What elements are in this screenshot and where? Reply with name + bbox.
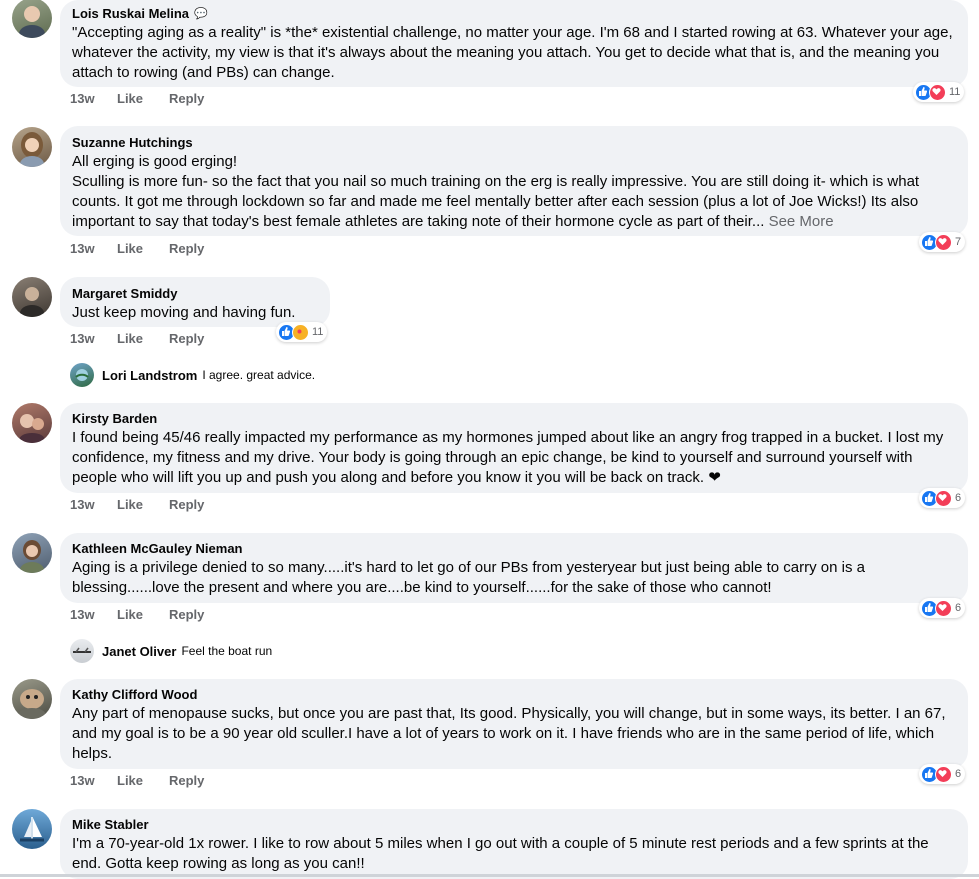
reactions-badge[interactable]: 7 (919, 232, 966, 252)
comment-author[interactable]: Lois Ruskai Melina (72, 6, 189, 22)
comment-bubble: Kirsty Barden I found being 45/46 really… (60, 403, 968, 493)
comment-text: I'm a 70-year-old 1x rower. I like to ro… (72, 835, 929, 872)
avatar[interactable] (12, 533, 52, 573)
like-button[interactable]: Like (117, 91, 169, 106)
reactions-badge[interactable]: 11 (276, 322, 328, 342)
avatar[interactable] (12, 809, 52, 849)
comment-timestamp[interactable]: 13w (70, 331, 117, 346)
comment-author[interactable]: Mike Stabler (72, 817, 149, 833)
love-reaction-icon (935, 765, 952, 783)
reply-author[interactable]: Janet Oliver (102, 644, 176, 659)
comment-actions: 13w Like Reply (70, 771, 221, 789)
reply-button[interactable]: Reply (169, 331, 221, 346)
reactions-badge[interactable]: 11 (913, 82, 965, 102)
comment-timestamp[interactable]: 13w (70, 91, 117, 106)
comment-timestamp[interactable]: 13w (70, 497, 117, 512)
comment-timestamp[interactable]: 13w (70, 241, 117, 256)
reactions-badge[interactable]: 6 (919, 764, 966, 784)
reply-author[interactable]: Lori Landstrom (102, 368, 197, 383)
comment-text: "Accepting aging as a reality" is *the* … (72, 24, 953, 81)
love-reaction-icon (935, 489, 952, 507)
reply-preview[interactable]: Janet Oliver Feel the boat run (70, 639, 272, 663)
like-button[interactable]: Like (117, 241, 169, 256)
reply-button[interactable]: Reply (169, 497, 221, 512)
comment-actions: 13w Like Reply (70, 495, 221, 513)
love-reaction-icon (929, 83, 946, 101)
conversation-starter-icon: 💬 (194, 7, 208, 20)
comment-author[interactable]: Margaret Smiddy (72, 286, 177, 302)
see-more-link[interactable]: See More (769, 213, 834, 230)
like-button[interactable]: Like (117, 497, 169, 512)
care-reaction-icon (292, 323, 309, 341)
comment-actions: 13w Like Reply (70, 239, 221, 257)
comment-bubble: Suzanne Hutchings All erging is good erg… (60, 126, 968, 236)
avatar[interactable] (12, 277, 52, 317)
reactions-badge[interactable]: 6 (919, 598, 966, 618)
reaction-count: 11 (949, 86, 961, 98)
reply-button[interactable]: Reply (169, 607, 221, 622)
comment-author[interactable]: Kirsty Barden (72, 411, 157, 427)
comment-author[interactable]: Suzanne Hutchings (72, 135, 193, 151)
comment-text: Just keep moving and having fun. (72, 304, 296, 321)
avatar (70, 639, 94, 663)
reaction-count: 11 (312, 326, 324, 338)
reply-button[interactable]: Reply (169, 773, 221, 788)
like-button[interactable]: Like (117, 773, 169, 788)
avatar[interactable] (12, 403, 52, 443)
comment-timestamp[interactable]: 13w (70, 607, 117, 622)
reaction-count: 6 (955, 768, 962, 780)
reactions-badge[interactable]: 6 (919, 488, 966, 508)
reply-text: I agree. great advice. (202, 368, 316, 382)
reply-button[interactable]: Reply (169, 241, 221, 256)
comment-bubble: Margaret Smiddy Just keep moving and hav… (60, 277, 330, 327)
comment-actions: 13w Like Reply (70, 605, 221, 623)
love-reaction-icon (935, 599, 952, 617)
comment-author[interactable]: Kathy Clifford Wood (72, 687, 197, 703)
comment-text: Aging is a privilege denied to so many..… (72, 559, 865, 596)
love-reaction-icon (935, 233, 952, 251)
comment-bubble: Mike Stabler I'm a 70-year-old 1x rower.… (60, 809, 968, 879)
avatar[interactable] (12, 127, 52, 167)
comment-text: Any part of menopause sucks, but once yo… (72, 705, 946, 762)
comment-bubble: Kathy Clifford Wood Any part of menopaus… (60, 679, 968, 769)
comment-timestamp[interactable]: 13w (70, 773, 117, 788)
reaction-count: 6 (955, 602, 962, 614)
reply-button[interactable]: Reply (169, 91, 221, 106)
comment-actions: 13w Like Reply (70, 329, 221, 347)
comment-bubble: Kathleen McGauley Nieman Aging is a priv… (60, 533, 968, 603)
comment-author[interactable]: Kathleen McGauley Nieman (72, 541, 243, 557)
comment-text: I found being 45/46 really impacted my p… (72, 429, 944, 486)
avatar[interactable] (12, 679, 52, 719)
like-button[interactable]: Like (117, 607, 169, 622)
reaction-count: 6 (955, 492, 962, 504)
comment-actions: 13w Like Reply (70, 89, 221, 107)
comment-bubble: Lois Ruskai Melina 💬 "Accepting aging as… (60, 0, 968, 87)
reply-text: Feel the boat run (181, 644, 273, 658)
reaction-count: 7 (955, 236, 962, 248)
avatar[interactable] (12, 0, 52, 38)
like-button[interactable]: Like (117, 331, 169, 346)
comment-text: All erging is good erging! (72, 153, 238, 170)
avatar (70, 363, 94, 387)
reply-preview[interactable]: Lori Landstrom I agree. great advice. (70, 363, 315, 387)
